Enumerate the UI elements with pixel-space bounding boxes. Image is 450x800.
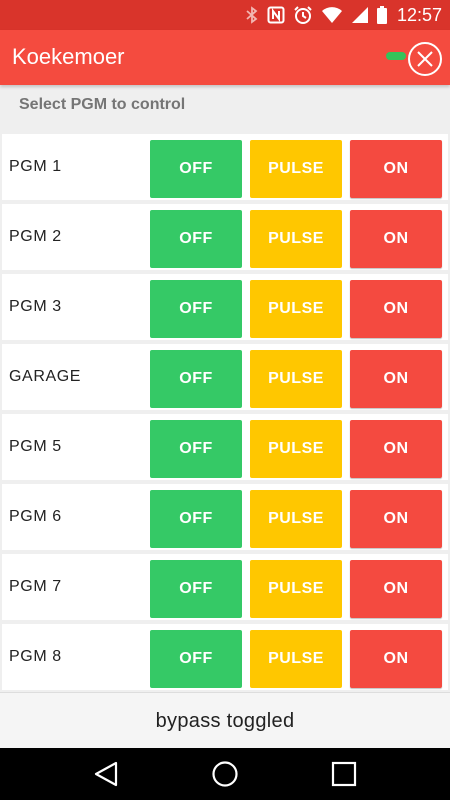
alarm-icon (293, 5, 313, 25)
status-time: 12:57 (396, 5, 442, 25)
pgm-row: PGM 8 OFF PULSE ON (2, 624, 448, 690)
pgm-on-button[interactable]: ON (350, 280, 442, 338)
back-button[interactable] (90, 758, 122, 790)
pgm-row: PGM 3 OFF PULSE ON (2, 274, 448, 340)
recents-button[interactable] (328, 758, 360, 790)
close-icon (417, 51, 433, 67)
signal-icon (351, 6, 369, 24)
pgm-on-button[interactable]: ON (350, 210, 442, 268)
pgm-on-button[interactable]: ON (350, 560, 442, 618)
pgm-off-button[interactable]: OFF (150, 280, 242, 338)
pgm-pulse-button[interactable]: PULSE (250, 350, 342, 408)
pgm-label: PGM 3 (9, 298, 62, 315)
pgm-pulse-button[interactable]: PULSE (250, 560, 342, 618)
pgm-row: PGM 7 OFF PULSE ON (2, 554, 448, 620)
pgm-pulse-button[interactable]: PULSE (250, 420, 342, 478)
wifi-icon (321, 6, 343, 24)
pgm-row: PGM 6 OFF PULSE ON (2, 484, 448, 550)
pgm-row: PGM 1 OFF PULSE ON (2, 134, 448, 200)
pgm-on-button[interactable]: ON (350, 490, 442, 548)
pgm-on-button[interactable]: ON (350, 140, 442, 198)
pgm-off-button[interactable]: OFF (150, 490, 242, 548)
pgm-off-button[interactable]: OFF (150, 350, 242, 408)
pgm-pulse-button[interactable]: PULSE (250, 210, 342, 268)
pgm-off-button[interactable]: OFF (150, 630, 242, 688)
pgm-off-button[interactable]: OFF (150, 140, 242, 198)
pgm-pulse-button[interactable]: PULSE (250, 280, 342, 338)
pgm-label: PGM 8 (9, 648, 62, 665)
pgm-pulse-button[interactable]: PULSE (250, 630, 342, 688)
app-bar: Koekemoer (0, 30, 450, 85)
pgm-off-button[interactable]: OFF (150, 560, 242, 618)
pgm-label: PGM 7 (9, 578, 62, 595)
pgm-label: PGM 5 (9, 438, 62, 455)
status-icons: 12:57 (245, 5, 442, 25)
pgm-on-button[interactable]: ON (350, 350, 442, 408)
bluetooth-icon (245, 6, 259, 24)
recents-icon (331, 761, 357, 787)
pgm-on-button[interactable]: ON (350, 630, 442, 688)
pgm-label: PGM 6 (9, 508, 62, 525)
pgm-row: PGM 2 OFF PULSE ON (2, 204, 448, 270)
nfc-icon (267, 6, 285, 24)
status-bar: 12:57 (0, 0, 450, 30)
list-subtitle: Select PGM to control (19, 96, 186, 113)
toast-message: bypass toggled (0, 692, 450, 748)
pgm-on-button[interactable]: ON (350, 420, 442, 478)
connection-status-indicator (386, 52, 406, 60)
close-button[interactable] (408, 42, 442, 76)
pgm-off-button[interactable]: OFF (150, 420, 242, 478)
back-icon (94, 761, 118, 787)
pgm-row: PGM 5 OFF PULSE ON (2, 414, 448, 480)
pgm-pulse-button[interactable]: PULSE (250, 490, 342, 548)
home-button[interactable] (209, 758, 241, 790)
pgm-row: GARAGE OFF PULSE ON (2, 344, 448, 410)
app-title: Koekemoer (12, 44, 125, 69)
battery-icon (376, 6, 387, 24)
pgm-label: PGM 2 (9, 228, 62, 245)
navigation-bar (0, 748, 450, 800)
pgm-pulse-button[interactable]: PULSE (250, 140, 342, 198)
pgm-label: GARAGE (9, 368, 82, 385)
pgm-off-button[interactable]: OFF (150, 210, 242, 268)
pgm-label: PGM 1 (9, 158, 62, 175)
home-icon (212, 761, 238, 787)
